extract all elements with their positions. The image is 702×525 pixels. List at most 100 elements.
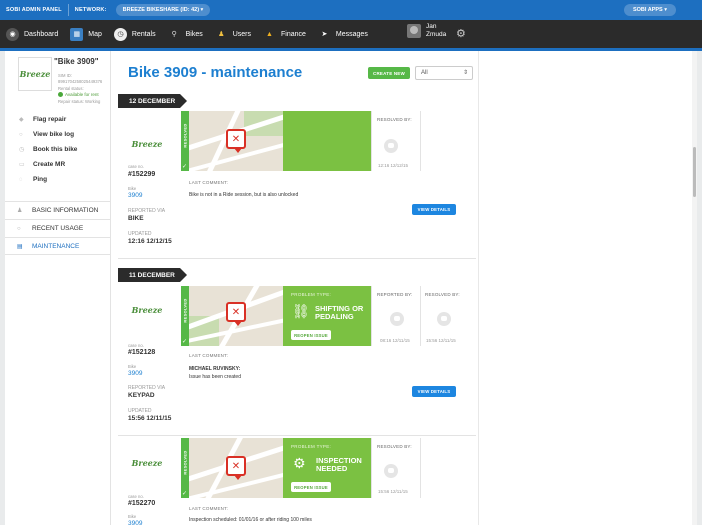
nav-label: Users [232,30,252,38]
user-icon: ♟ [17,208,23,214]
avatar [384,139,398,153]
resolved-by-label: RESOLVED BY: [425,292,460,297]
user-name: Jan Zmuda [426,23,446,39]
resolved-by-label: RESOLVED BY: [377,117,412,122]
case-logo: Breeze [128,444,166,482]
section-recent-usage[interactable]: ○ RECENT USAGE [5,219,111,237]
top-bar: SOBI ADMIN PANEL NETWORK: BREEZE BIKESHA… [0,0,702,20]
nav-item-rentals[interactable]: ◷ Rentals [108,20,162,48]
nav-label: Finance [281,30,306,38]
updated-time: 15:56 12/11/15 [128,415,172,422]
scrollbar-thumb[interactable] [693,147,696,197]
user-first-name: Jan [426,23,437,30]
resolved-time: 15:56 12/11/15 [378,489,408,494]
avatar [390,312,404,326]
reported-by-column: REPORTED BY: [377,292,413,297]
sort-icon: ⇕ [462,70,468,76]
reopen-issue-button[interactable]: REOPEN ISSUE [291,482,331,492]
view-bike-log-button[interactable]: ○ View bike log [19,131,74,138]
last-comment-label: LAST COMMENT: [189,506,229,511]
avatar [407,24,421,38]
problem-name-line-2: PEDALING [315,312,354,321]
flag-icon: ◆ [19,117,24,123]
gear-icon[interactable]: ⚙ [456,27,466,40]
nav-item-dashboard[interactable]: ◉ Dashboard [0,20,64,48]
map-thumbnail[interactable]: ✕ [189,111,283,171]
bike-link[interactable]: 3909 [128,192,142,199]
case-no-label: case no. [128,164,144,169]
reopen-issue-button[interactable]: REOPEN ISSUE [291,330,331,340]
resolved-tab-text: RESOLVED [182,123,188,148]
scrollbar[interactable] [692,51,697,525]
check-icon: ✓ [182,164,188,170]
comment-author: MICHAEL RUVINSKY: [189,366,241,372]
avatar [437,312,451,326]
finance-icon: ▲ [266,30,273,38]
case-no: #152128 [128,349,156,356]
rentals-icon: ◷ [113,27,127,41]
bike-link[interactable]: 3909 [128,370,142,377]
last-comment-text: Issue has been created [189,374,241,380]
availability-status: Available for rent [58,92,99,97]
repair-pin-icon: ✕ [226,302,246,326]
clock-icon: ◷ [19,147,25,153]
admin-panel-label: SOBI ADMIN PANEL [6,7,62,13]
column-divider [371,111,372,171]
last-comment-text: Inspection scheduled: 01/01/16 or after … [189,517,312,523]
usage-icon: ○ [17,225,21,232]
column-divider [371,286,372,346]
nav-item-finance[interactable]: ▲ Finance [257,20,312,48]
column-divider [420,111,421,171]
column-divider [371,438,372,498]
bike-label: Bike [128,186,137,191]
section-basic-information[interactable]: ♟ BASIC INFORMATION [5,201,111,219]
nav-label: Dashboard [24,30,59,38]
section-label: MAINTENANCE [32,242,80,250]
flag-repair-button[interactable]: ◆ Flag repair [19,116,66,123]
last-comment-label: LAST COMMENT: [189,353,229,358]
nav-item-users[interactable]: ♟ Users [209,20,257,48]
nav-item-messages[interactable]: ➤ Messages [312,20,374,48]
resolved-by-column: RESOLVED BY: [377,117,412,122]
resolved-time: 12:16 12/12/15 [378,163,409,168]
view-details-button[interactable]: VIEW DETAILS [412,386,456,397]
ping-icon: ◌ [19,176,23,183]
sobi-apps-menu[interactable]: SOBI APPS ▾ [623,4,676,16]
resolved-tab-text: RESOLVED [182,298,188,323]
section-maintenance[interactable]: ▤ MAINTENANCE [5,237,111,255]
bike-link[interactable]: 3909 [128,520,142,525]
action-label: View bike log [33,131,75,138]
network-select[interactable]: BREEZE BIKESHARE (ID: 42) ▾ [115,4,211,16]
resolved-time: 15:56 12/11/15 [426,338,456,343]
check-icon [58,92,63,97]
reported-via-label: REPORTED VIA [128,385,166,391]
avatar [384,464,398,478]
map-thumbnail[interactable]: ✕ [189,438,283,498]
action-label: Create MR [33,161,66,168]
user-menu[interactable]: Jan Zmuda [407,23,446,39]
reported-via: BIKE [128,215,144,222]
messages-icon: ➤ [321,31,328,38]
breeze-logo-text: Breeze [131,139,163,149]
bike-pedal-icon: ⛓ [292,303,310,319]
date-header: 11 DECEMBER [118,268,187,282]
rental-status-label: Rental status: [58,86,84,91]
section-label: BASIC INFORMATION [32,207,99,214]
column-divider [420,286,421,346]
filter-select[interactable]: All ⇕ [415,66,473,80]
map-thumbnail[interactable]: ✕ [189,286,283,346]
ping-button[interactable]: ◌ Ping [19,176,47,183]
updated-label: UPDATED [128,408,152,414]
create-mr-button[interactable]: ▭ Create MR [19,161,65,168]
create-new-button[interactable]: CREATE NEW [368,67,410,79]
bike-label: Bike [128,364,137,369]
book-bike-button[interactable]: ◷ Book this bike [19,146,77,153]
nav-label: Rentals [131,30,156,38]
column-divider [420,438,421,498]
view-details-button[interactable]: VIEW DETAILS [412,204,456,215]
nav-item-bikes[interactable]: ⚲ Bikes [162,20,209,48]
breeze-logo-text: Breeze [131,305,163,315]
nav-item-map[interactable]: ▦ Map [64,20,108,48]
action-label: Flag repair [33,116,67,123]
resolved-tab-text: RESOLVED [182,450,188,475]
